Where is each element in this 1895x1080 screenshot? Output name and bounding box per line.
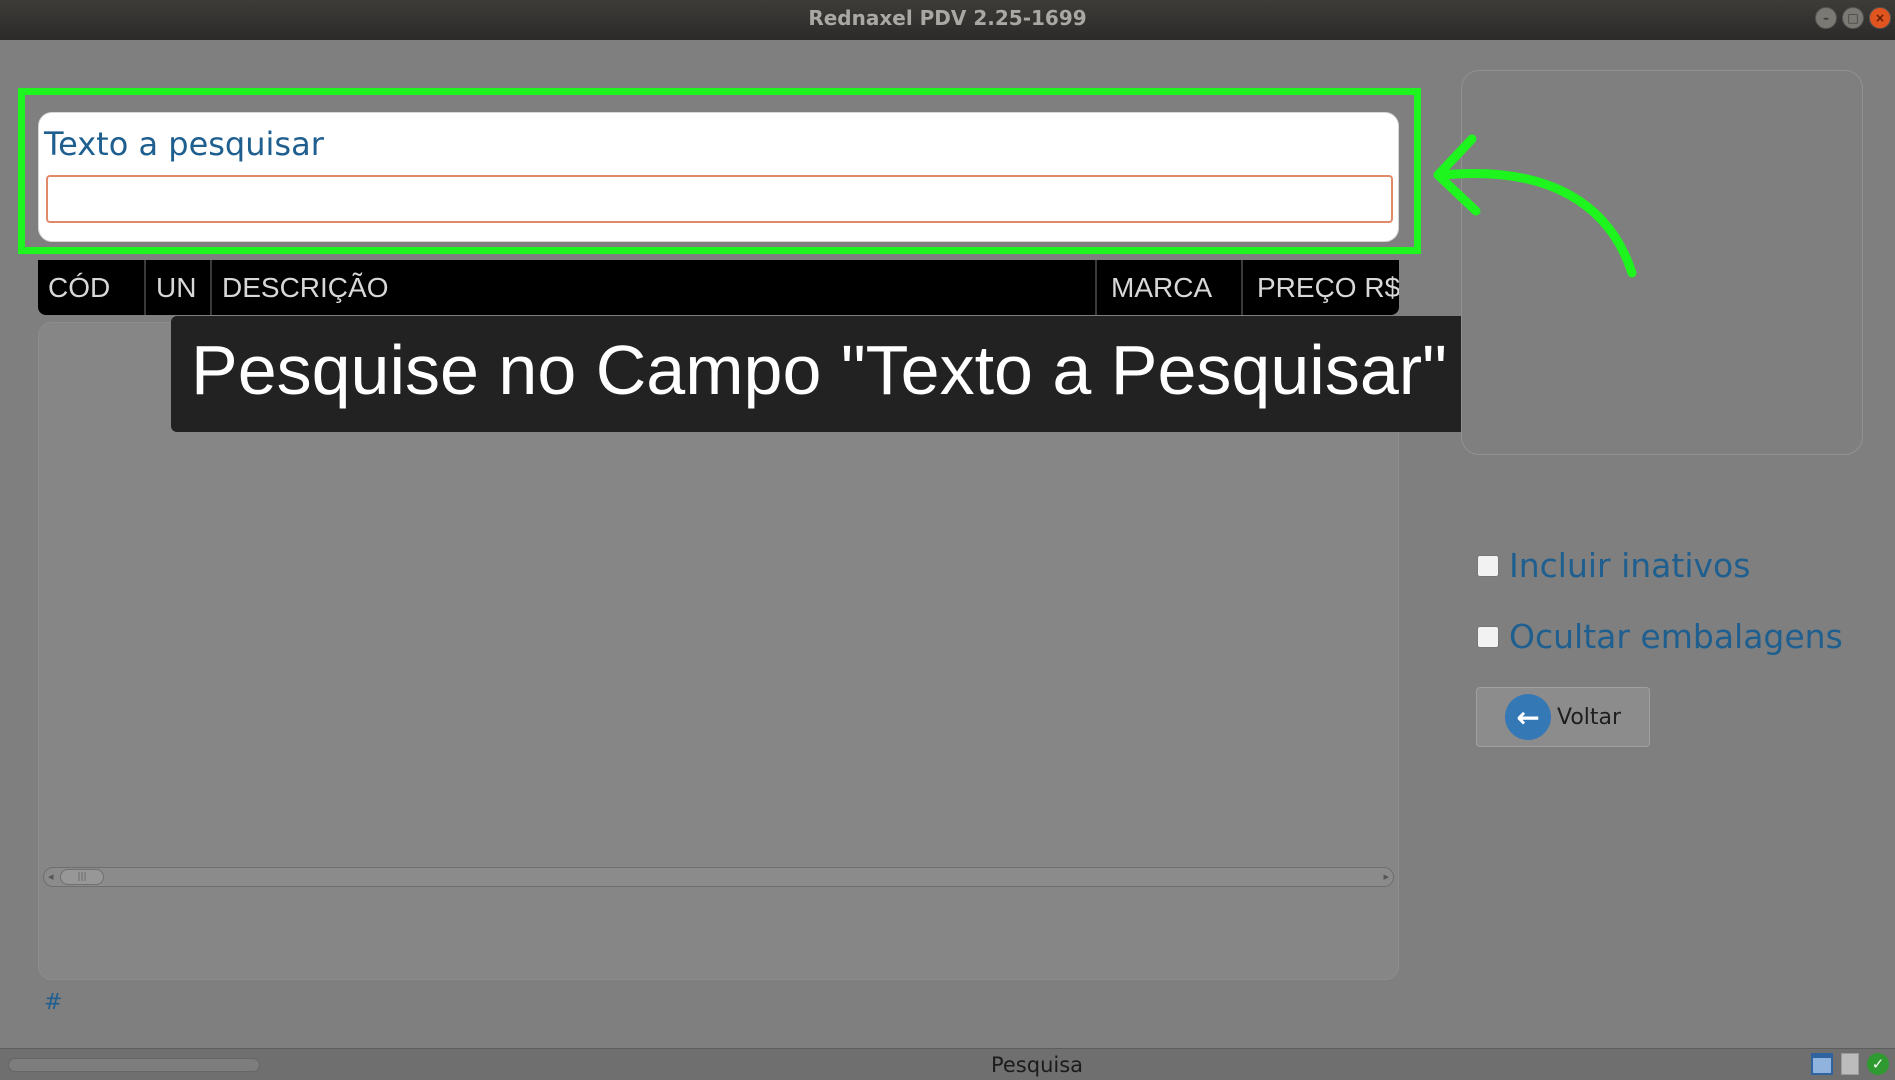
window-icon[interactable]: [1811, 1053, 1833, 1075]
scroll-right-icon[interactable]: ▸: [1383, 870, 1389, 883]
check-icon: ✓: [1867, 1053, 1889, 1075]
curved-arrow-icon: [1433, 134, 1637, 278]
minimize-button[interactable]: –: [1815, 7, 1837, 29]
back-button[interactable]: ← Voltar: [1476, 687, 1650, 747]
include-inactive-option[interactable]: Incluir inativos: [1477, 546, 1750, 585]
window-titlebar: Rednaxel PDV 2.25-1699 – □ ×: [0, 0, 1895, 40]
close-button[interactable]: ×: [1869, 7, 1891, 29]
column-header-descricao[interactable]: DESCRIÇÃO: [212, 260, 1097, 315]
document-icon[interactable]: [1841, 1053, 1859, 1075]
column-header-marca[interactable]: MARCA: [1097, 260, 1243, 315]
status-icons: ✓: [1811, 1053, 1889, 1075]
scrollbar-thumb[interactable]: |||: [60, 869, 104, 885]
results-table-header: CÓD UN DESCRIÇÃO MARCA PREÇO R$: [38, 260, 1399, 315]
record-count-label: #: [44, 990, 63, 1015]
arrow-left-icon: ←: [1505, 694, 1551, 740]
search-label: Texto a pesquisar: [44, 125, 324, 163]
window-controls: – □ ×: [1815, 7, 1891, 29]
column-header-cod[interactable]: CÓD: [38, 260, 146, 315]
status-bar: Pesquisa ✓: [0, 1048, 1895, 1080]
column-header-preco[interactable]: PREÇO R$: [1243, 260, 1399, 315]
hide-packaging-label[interactable]: Ocultar embalagens: [1509, 617, 1843, 656]
hide-packaging-option[interactable]: Ocultar embalagens: [1477, 617, 1843, 656]
maximize-button[interactable]: □: [1842, 7, 1864, 29]
horizontal-scrollbar[interactable]: ◂ ||| ▸: [43, 867, 1394, 887]
search-panel: Texto a pesquisar: [38, 112, 1399, 242]
status-text: Pesquisa: [990, 1053, 1084, 1077]
scroll-left-icon[interactable]: ◂: [48, 870, 54, 883]
column-header-un[interactable]: UN: [146, 260, 212, 315]
search-input[interactable]: [46, 175, 1393, 223]
tutorial-caption: Pesquise no Campo "Texto a Pesquisar": [171, 316, 1555, 432]
back-button-label: Voltar: [1557, 704, 1622, 730]
hide-packaging-checkbox[interactable]: [1477, 625, 1499, 648]
include-inactive-label[interactable]: Incluir inativos: [1509, 546, 1750, 585]
window-title: Rednaxel PDV 2.25-1699: [808, 6, 1087, 30]
include-inactive-checkbox[interactable]: [1477, 554, 1499, 577]
